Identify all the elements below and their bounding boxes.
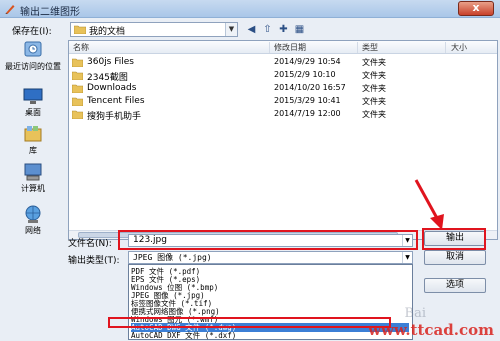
new-folder-icon[interactable]: ✚: [276, 22, 291, 37]
network-icon: [25, 205, 41, 223]
folder-icon: [72, 84, 83, 93]
save-in-value: 我的文档: [89, 27, 126, 37]
save-dialog: 保存在(I): 我的文档 ▼ ◀ ⇧ ✚ ▦ 最近访问的位置 桌面 库 计算机 …: [0, 18, 500, 341]
place-label: 计算机: [21, 184, 45, 193]
place-computer[interactable]: 计算机: [4, 162, 62, 194]
cancel-button[interactable]: 取消: [424, 250, 486, 265]
dwg-option-highlight: [108, 317, 391, 328]
file-row[interactable]: 搜狗手机助手 2014/7/19 12:00 文件夹: [69, 108, 497, 122]
place-desktop[interactable]: 桌面: [4, 86, 62, 118]
file-type: 文件夹: [362, 110, 386, 119]
window-title: 输出二维图形: [20, 7, 80, 18]
options-button[interactable]: 选项: [424, 278, 486, 293]
file-date: 2015/2/9 10:10: [274, 70, 336, 79]
place-recent[interactable]: 最近访问的位置: [4, 40, 62, 72]
places-bar: 最近访问的位置 桌面 库 计算机 网络: [4, 40, 62, 260]
file-row[interactable]: Tencent Files 2015/3/29 10:41 文件夹: [69, 95, 497, 108]
column-size[interactable]: 大小: [451, 42, 467, 53]
computer-icon: [24, 163, 42, 181]
file-name: Tencent Files: [87, 96, 145, 106]
file-row[interactable]: 360js Files 2014/9/29 10:54 文件夹: [69, 56, 497, 69]
view-menu-icon[interactable]: ▦: [292, 22, 307, 37]
column-headers: 名称 修改日期 类型 大小: [69, 41, 497, 54]
annotation-arrow-icon: [414, 179, 444, 230]
save-in-combo[interactable]: 我的文档 ▼: [70, 22, 238, 37]
file-row[interactable]: 2345截图 2015/2/9 10:10 文件夹: [69, 69, 497, 83]
libraries-icon: [24, 126, 42, 142]
file-date: 2014/10/20 16:57: [274, 83, 346, 92]
close-button[interactable]: x: [458, 1, 494, 16]
site-watermark: www.ttcad.com: [368, 321, 494, 339]
folder-icon: [72, 110, 83, 119]
file-name: 搜狗手机助手: [87, 112, 142, 122]
filetype-label: 输出类型(T):: [68, 256, 120, 266]
file-type: 文件夹: [362, 84, 386, 93]
file-type: 文件夹: [362, 58, 386, 67]
save-in-label: 保存在(I):: [12, 27, 52, 37]
column-type[interactable]: 类型: [362, 42, 378, 53]
desktop-icon: [23, 88, 43, 104]
column-date[interactable]: 修改日期: [274, 42, 306, 53]
place-label: 桌面: [25, 108, 41, 117]
app-icon: [5, 5, 15, 14]
folder-icon: [72, 97, 83, 106]
place-libraries[interactable]: 库: [4, 124, 62, 156]
place-label: 网络: [25, 226, 41, 235]
place-label: 库: [29, 146, 37, 155]
file-type: 文件夹: [362, 71, 386, 80]
file-name: Downloads: [87, 83, 137, 93]
file-type: 文件夹: [362, 97, 386, 106]
back-icon[interactable]: ◀: [244, 22, 259, 37]
place-network[interactable]: 网络: [4, 204, 62, 236]
file-row[interactable]: Downloads 2014/10/20 16:57 文件夹: [69, 82, 497, 95]
file-date: 2014/9/29 10:54: [274, 57, 341, 66]
title-bar: 输出二维图形 x: [0, 0, 500, 18]
up-folder-icon[interactable]: ⇧: [260, 22, 275, 37]
baidu-watermark: Bai: [404, 306, 426, 321]
folder-icon: [72, 71, 83, 80]
chevron-down-icon[interactable]: ▼: [402, 252, 412, 263]
chevron-down-icon[interactable]: ▼: [225, 23, 237, 36]
folder-icon: [72, 58, 83, 67]
place-label: 最近访问的位置: [5, 62, 61, 71]
filename-label: 文件名(N):: [68, 239, 112, 249]
file-date: 2015/3/29 10:41: [274, 96, 341, 105]
folder-icon: [74, 25, 86, 34]
file-date: 2014/7/19 12:00: [274, 109, 341, 118]
filetype-select[interactable]: JPEG 图像 (*.jpg) ▼: [128, 251, 413, 264]
filename-highlight: [118, 230, 418, 250]
recent-places-icon: [24, 41, 42, 57]
column-name[interactable]: 名称: [73, 42, 89, 53]
filetype-value: JPEG 图像 (*.jpg): [133, 253, 212, 262]
file-name: 360js Files: [87, 57, 134, 67]
